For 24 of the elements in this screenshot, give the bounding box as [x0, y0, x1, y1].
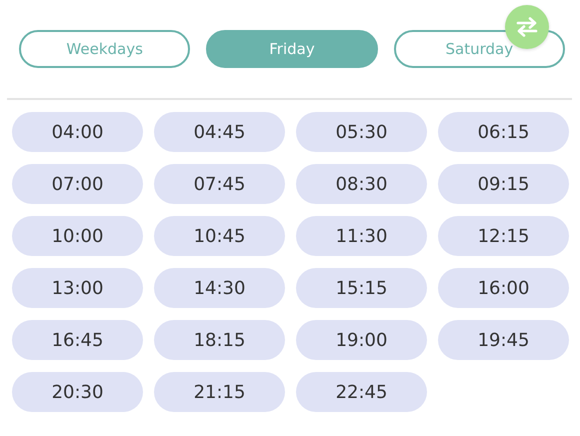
time-slot[interactable]: 04:00	[12, 112, 143, 152]
time-slot[interactable]: 22:45	[296, 372, 427, 412]
time-slot[interactable]: 18:15	[154, 320, 285, 360]
time-slot[interactable]: 11:30	[296, 216, 427, 256]
time-slot[interactable]: 13:00	[12, 268, 143, 308]
time-slot[interactable]: 16:45	[12, 320, 143, 360]
time-slot[interactable]: 09:15	[438, 164, 569, 204]
time-slot[interactable]: 14:30	[154, 268, 285, 308]
time-slot[interactable]: 16:00	[438, 268, 569, 308]
time-slot[interactable]: 10:00	[12, 216, 143, 256]
time-slot[interactable]: 15:15	[296, 268, 427, 308]
time-slot[interactable]: 05:30	[296, 112, 427, 152]
time-slot[interactable]: 07:45	[154, 164, 285, 204]
time-slot[interactable]: 12:15	[438, 216, 569, 256]
time-slot[interactable]: 19:00	[296, 320, 427, 360]
swap-icon	[516, 17, 538, 37]
time-slot[interactable]: 20:30	[12, 372, 143, 412]
time-slot[interactable]: 19:45	[438, 320, 569, 360]
time-slot[interactable]: 07:00	[12, 164, 143, 204]
time-slot[interactable]: 21:15	[154, 372, 285, 412]
time-slot[interactable]: 06:15	[438, 112, 569, 152]
time-slot[interactable]: 08:30	[296, 164, 427, 204]
time-slot[interactable]: 04:45	[154, 112, 285, 152]
time-slot[interactable]: 10:45	[154, 216, 285, 256]
